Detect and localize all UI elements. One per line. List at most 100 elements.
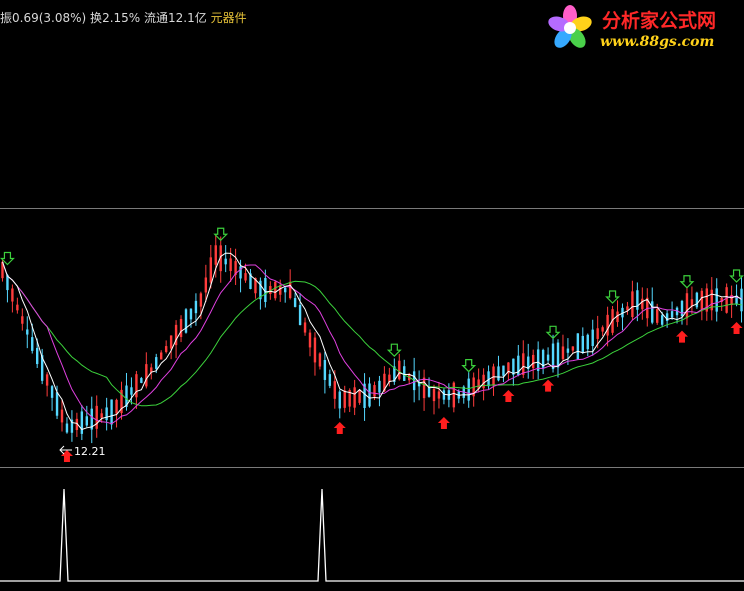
candle [536, 349, 540, 371]
candle [169, 335, 173, 349]
buy-arrow-icon [730, 322, 743, 334]
candle [333, 381, 336, 399]
candle [452, 382, 456, 408]
candle [16, 304, 19, 311]
candle [680, 300, 684, 317]
candle [373, 385, 376, 397]
candle [31, 337, 34, 351]
candle [204, 277, 208, 293]
candle [338, 391, 341, 409]
candle [155, 357, 158, 369]
candle [55, 392, 59, 416]
candle [199, 293, 203, 307]
candle [685, 293, 689, 319]
low-price-label: 12.21 [74, 445, 106, 458]
candle [179, 318, 183, 338]
candle [36, 347, 39, 365]
candle [502, 365, 505, 376]
candle [601, 327, 604, 332]
sell-arrow-icon [679, 275, 695, 289]
candle [160, 352, 163, 360]
candle [561, 346, 565, 360]
candle [422, 377, 426, 399]
candle [467, 378, 470, 401]
candle [50, 386, 54, 398]
candle [556, 342, 560, 368]
candle [353, 387, 356, 408]
candle [313, 337, 317, 363]
ma-short-line [2, 252, 742, 431]
candle [398, 360, 401, 380]
candle [130, 387, 133, 395]
candle [403, 366, 406, 381]
candle [432, 388, 436, 402]
candle [284, 287, 287, 293]
candle [184, 309, 188, 333]
candle [214, 245, 217, 265]
candle [80, 411, 84, 434]
candle [21, 316, 24, 324]
candle [695, 292, 699, 308]
candle [328, 374, 332, 386]
candle [358, 390, 361, 403]
candle [378, 380, 381, 393]
candle [11, 288, 14, 302]
candle [244, 273, 247, 281]
candle [60, 409, 64, 423]
candle [571, 346, 575, 351]
candle [656, 309, 659, 323]
candle [725, 287, 728, 313]
candle [591, 329, 594, 347]
candle [512, 358, 515, 375]
candle [85, 416, 88, 426]
candle [343, 390, 346, 408]
candle [586, 334, 589, 350]
buy-arrow-icon [437, 417, 450, 429]
candle [522, 353, 525, 375]
candle [566, 348, 570, 353]
candle [532, 354, 535, 369]
sell-arrow-icon [386, 343, 402, 358]
candle [368, 383, 371, 407]
candle [700, 290, 704, 310]
candle [670, 311, 674, 318]
candle [482, 374, 485, 389]
candle [194, 300, 198, 314]
candle [100, 413, 103, 418]
candle [135, 374, 138, 398]
candle [660, 315, 664, 325]
candle [288, 281, 292, 299]
candlestick-series [1, 234, 743, 444]
candle [576, 333, 580, 360]
candle [229, 258, 232, 272]
candle [437, 391, 441, 399]
buy-arrow-icon [333, 422, 346, 434]
candle [95, 405, 98, 429]
candle [140, 378, 143, 383]
buy-arrow-icon [502, 390, 515, 402]
signal-arrows [0, 227, 744, 462]
candle [442, 390, 446, 400]
candle [26, 329, 29, 335]
candle [224, 258, 227, 265]
candle [581, 335, 584, 353]
candle [308, 332, 312, 348]
kline-chart[interactable]: 12.21 [0, 0, 744, 591]
candle [303, 322, 307, 333]
candle [110, 399, 113, 425]
candle [318, 353, 322, 367]
ma-long-line [2, 261, 742, 407]
candle [546, 354, 550, 361]
candle [105, 407, 108, 421]
candle [651, 301, 654, 323]
candle [45, 374, 49, 386]
sell-arrow-icon [461, 359, 477, 373]
candle [209, 257, 212, 283]
buy-arrow-icon [542, 379, 555, 392]
candle [641, 298, 644, 310]
candle [65, 423, 69, 433]
candle [740, 288, 743, 312]
candle [164, 346, 168, 352]
sell-arrow-icon [729, 269, 744, 283]
candle [293, 298, 297, 307]
